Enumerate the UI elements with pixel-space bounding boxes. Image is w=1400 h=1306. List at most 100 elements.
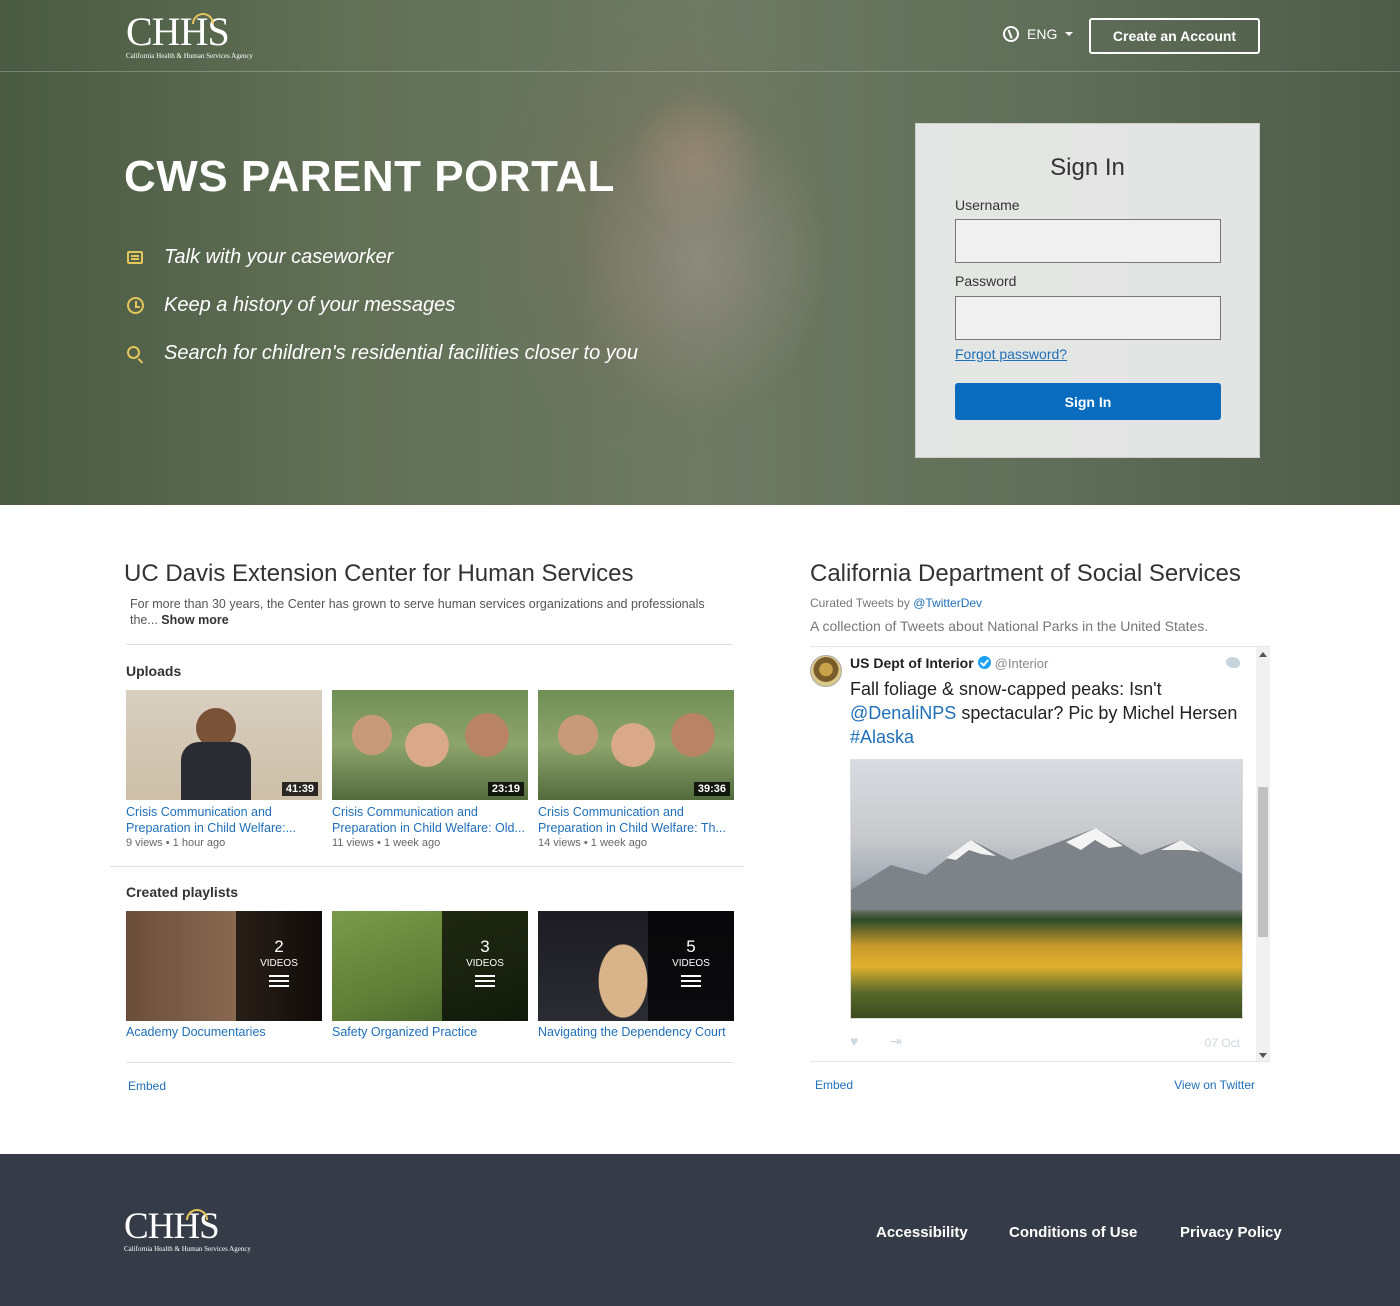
playlist-overlay: 3 VIDEOS [442,911,528,1021]
video-title[interactable]: Crisis Communication and Preparation in … [126,804,322,836]
divider [110,866,743,867]
privacy-policy-link[interactable]: Privacy Policy [1180,1224,1282,1241]
username-input[interactable] [955,219,1221,263]
scroll-up-arrow-icon[interactable] [1259,652,1267,657]
language-label: ENG [1027,26,1058,42]
divider [126,1062,733,1063]
tweet-author[interactable]: US Dept of Interior @Interior [850,655,1048,671]
playlist-thumbnail[interactable]: 5 VIDEOS [538,911,734,1021]
password-label: Password [955,273,1017,289]
video-card[interactable]: 41:39 Crisis Communication and Preparati… [126,690,322,849]
show-more-link[interactable]: Show more [161,613,228,627]
tweet-photo[interactable] [850,759,1243,1019]
video-meta: 14 views • 1 week ago [538,837,648,849]
tweet-handle: @Interior [994,656,1049,671]
curated-by: Curated Tweets by @TwitterDev [810,596,983,610]
caret-down-icon [1065,32,1074,36]
video-title[interactable]: Crisis Communication and Preparation in … [538,804,734,836]
language-selector[interactable]: ENG [1003,26,1074,42]
playlist-thumbnail[interactable]: 2 VIDEOS [126,911,322,1021]
playlist-count-label: VIDEOS [672,958,710,969]
top-navigation: CHHS California Health & Human Services … [0,0,1400,72]
sign-in-title: Sign In [1050,154,1125,181]
view-on-twitter-link[interactable]: View on Twitter [1174,1078,1255,1092]
feature-text: Keep a history of your messages [164,294,456,316]
playlist-thumbnail[interactable]: 3 VIDEOS [332,911,528,1021]
playlist-title[interactable]: Academy Documentaries [126,1025,322,1039]
page-title: CWS PARENT PORTAL [124,152,615,201]
playlist-card[interactable]: 2 VIDEOS Academy Documentaries [126,911,322,1039]
timeline-scrollbar[interactable] [1256,647,1270,1061]
chat-icon [127,251,143,264]
scroll-down-arrow-icon[interactable] [1259,1053,1267,1058]
video-duration: 23:19 [487,782,524,796]
playlist-icon [269,975,289,987]
video-meta: 11 views • 1 week ago [332,837,441,849]
video-thumbnail[interactable]: 41:39 [126,690,322,800]
playlist-overlay: 5 VIDEOS [648,911,734,1021]
playlist-count: 2 [274,937,284,956]
password-input[interactable] [955,296,1221,340]
channel-description: For more than 30 years, the Center has g… [130,596,730,628]
verified-icon [977,656,991,669]
mountain-illustration [851,828,1242,910]
playlist-icon [681,975,701,987]
hero-banner: CHHS California Health & Human Services … [0,0,1400,505]
curator-handle-link[interactable]: @TwitterDev [913,596,982,610]
video-thumbnail[interactable]: 39:36 [538,690,734,800]
youtube-embed-link[interactable]: Embed [128,1079,166,1093]
playlist-count: 3 [480,937,490,956]
channel-title: UC Davis Extension Center for Human Serv… [124,560,634,587]
video-duration: 41:39 [281,782,318,796]
playlist-title[interactable]: Safety Organized Practice [332,1025,528,1039]
site-footer: CHHS California Health & Human Services … [0,1154,1400,1306]
feature-item-talk: Talk with your caseworker [126,246,393,269]
tweet-hashtag-link[interactable]: #Alaska [850,727,914,747]
twitter-embed-link[interactable]: Embed [815,1078,853,1092]
scroll-thumb[interactable] [1258,787,1268,937]
video-card[interactable]: 23:19 Crisis Communication and Preparati… [332,690,528,849]
playlist-count: 5 [686,937,696,956]
tweet-date[interactable]: 07 Oct [1205,1036,1240,1050]
playlist-title[interactable]: Navigating the Dependency Court [538,1025,734,1039]
twitter-widget-title: California Department of Social Services [810,560,1241,587]
globe-icon [1003,26,1019,42]
tweet-mention-link[interactable]: @DenaliNPS [850,703,956,723]
feature-item-search: Search for children's residential facili… [126,342,638,365]
avatar[interactable] [810,655,842,687]
collection-description: A collection of Tweets about National Pa… [810,618,1209,634]
feature-text: Talk with your caseworker [164,246,394,268]
logo-mark: CHHS [126,9,230,54]
playlist-icon [475,975,495,987]
conditions-of-use-link[interactable]: Conditions of Use [1009,1224,1137,1241]
accessibility-link[interactable]: Accessibility [876,1224,968,1241]
forgot-password-link[interactable]: Forgot password? [955,346,1067,362]
username-label: Username [955,197,1020,213]
chhs-logo[interactable]: CHHS California Health & Human Services … [126,9,253,61]
playlist-count-label: VIDEOS [466,958,504,969]
footer-chhs-logo[interactable]: CHHS California Health & Human Services … [124,1208,251,1253]
divider [126,644,733,645]
tweet-timeline[interactable]: US Dept of Interior @Interior Fall foliag… [810,646,1270,1062]
feature-item-history: Keep a history of your messages [126,294,455,317]
playlist-overlay: 2 VIDEOS [236,911,322,1021]
logo-agency-name: California Health & Human Services Agenc… [124,1245,251,1253]
sign-in-button[interactable]: Sign In [955,383,1221,420]
feature-text: Search for children's residential facili… [164,342,639,364]
playlists-heading: Created playlists [126,884,239,900]
share-icon[interactable]: ⇥ [890,1034,902,1048]
create-account-button[interactable]: Create an Account [1089,18,1260,54]
tweet-text: Fall foliage & snow-capped peaks: Isn't … [850,679,1238,747]
video-card[interactable]: 39:36 Crisis Communication and Preparati… [538,690,734,849]
sign-in-panel: Sign In Username Password Forgot passwor… [915,123,1260,458]
video-meta: 9 views • 1 hour ago [126,837,226,849]
playlist-card[interactable]: 3 VIDEOS Safety Organized Practice [332,911,528,1039]
clock-icon [126,297,144,314]
video-duration: 39:36 [693,782,730,796]
twitter-bird-icon[interactable] [1226,657,1240,668]
playlist-card[interactable]: 5 VIDEOS Navigating the Dependency Court [538,911,734,1039]
video-title[interactable]: Crisis Communication and Preparation in … [332,804,528,836]
uploads-heading: Uploads [126,663,182,679]
like-heart-icon[interactable]: ♥ [850,1034,864,1048]
video-thumbnail[interactable]: 23:19 [332,690,528,800]
